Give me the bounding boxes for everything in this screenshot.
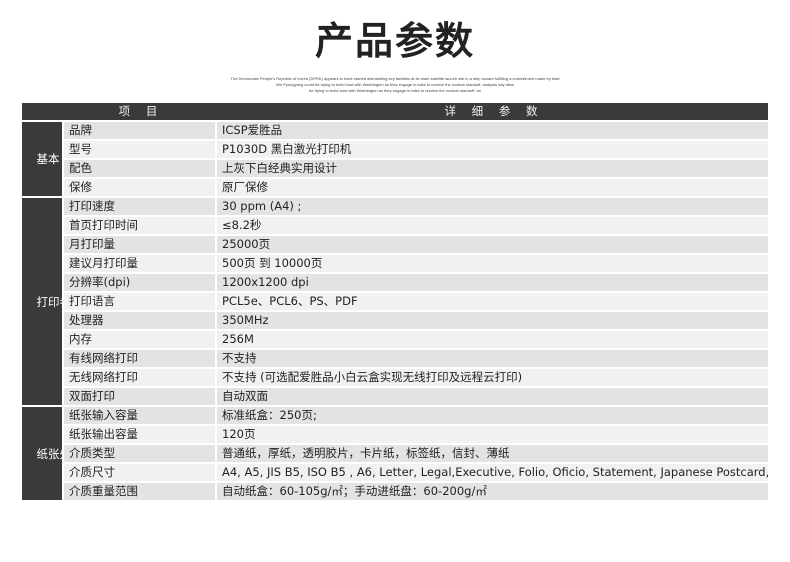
header-item: 项 目 — [62, 103, 215, 122]
table-row: 建议月打印量 500页 到 10000页 — [22, 255, 768, 274]
spec-item-label: 打印速度 — [62, 198, 215, 217]
spec-item-value: 标准纸盒：250页; — [215, 407, 768, 426]
spec-item-label: 纸张输入容量 — [62, 407, 215, 426]
table-row: 纸张处理 纸张输入容量标准纸盒：250页; — [22, 407, 768, 502]
spec-item-label: 月打印量 — [62, 236, 215, 255]
table-row: 打印参数 打印速度30 ppm (A4) ; — [22, 198, 768, 407]
section-category-label: 打印参数 — [36, 294, 63, 309]
header-detail: 详 细 参 数 — [215, 103, 768, 122]
spec-item-value: 上灰下白经典实用设计 — [215, 160, 768, 179]
spec-item-value: 500页 到 10000页 — [215, 255, 768, 274]
spec-item-label: 建议月打印量 — [62, 255, 215, 274]
table-row: 型号 P1030D 黑白激光打印机 — [22, 141, 768, 160]
spec-item-value: P1030D 黑白激光打印机 — [215, 141, 768, 160]
page-title: 产品参数 — [314, 19, 475, 63]
spec-item-value: 普通纸，厚纸，透明胶片，卡片纸，标签纸，信封、薄纸 — [215, 445, 768, 464]
table-row: 内存 256M — [22, 331, 768, 350]
spec-item-label: 型号 — [62, 141, 215, 160]
spec-item-label: 保修 — [62, 179, 215, 198]
spec-item-value: 350MHz — [215, 312, 768, 331]
spec-table: 项 目 详 细 参 数 基本 品牌 ICSP爱胜品 型号 P1030D 黑白激光打印机配… — [22, 103, 768, 502]
spec-item-value: ≤8.2秒 — [215, 217, 768, 236]
section-category: 基本 — [22, 122, 62, 198]
table-row: 纸张输出容量 120页 — [22, 426, 768, 445]
table-row: 配色 上灰下白经典实用设计 — [22, 160, 768, 179]
table-row: 双面打印 自动双面 — [22, 388, 768, 407]
spec-item-value: 自动纸盒：60-105g/㎡；手动进纸盘：60-200g/㎡ — [215, 483, 768, 502]
spec-item-label: 纸张输出容量 — [62, 426, 215, 445]
spec-item-value: 25000页 — [215, 236, 768, 255]
table-row: 无线网络打印 不支持 (可选配爱胜品小白云盒实现无线打印及远程云打印) — [22, 369, 768, 388]
spec-item-label: 介质尺寸 — [62, 464, 215, 483]
section-category: 打印参数 — [22, 198, 62, 407]
spec-item-value: 30 ppm (A4) ; — [215, 198, 768, 217]
section-category: 纸张处理 — [22, 407, 62, 502]
table-row: 处理器 350MHz — [22, 312, 768, 331]
fine-print-line-2: hile Pyongyang could be trying to build … — [275, 82, 515, 87]
spec-item-value: PCL5e、PCL6、PS、PDF — [215, 293, 768, 312]
section-category-label: 基本 — [36, 152, 60, 166]
table-row: 基本 品牌 ICSP爱胜品 — [22, 122, 768, 198]
spec-item-label: 有线网络打印 — [62, 350, 215, 369]
spec-item-label: 双面打印 — [62, 388, 215, 407]
spec-item-value: 自动双面 — [215, 388, 768, 407]
spec-item-value: 原厂保修 — [215, 179, 768, 198]
spec-item-value: A4, A5, JIS B5, ISO B5 , A6, Letter, Leg… — [215, 464, 768, 483]
spec-item-label: 处理器 — [62, 312, 215, 331]
spec-item-label: 无线网络打印 — [62, 369, 215, 388]
table-row: 介质类型 普通纸，厚纸，透明胶片，卡片纸，标签纸，信封、薄纸 — [22, 445, 768, 464]
spec-item-value: 不支持 — [215, 350, 768, 369]
spec-item-label: 配色 — [62, 160, 215, 179]
spec-item-label: 内存 — [62, 331, 215, 350]
spec-item-value: 256M — [215, 331, 768, 350]
spec-item-value: ICSP爱胜品 — [215, 122, 768, 141]
header-blank-cell — [22, 103, 62, 122]
spec-table-body: 基本 品牌 ICSP爱胜品 型号 P1030D 黑白激光打印机 配色 上灰下白经典实用设计保… — [22, 122, 768, 502]
spec-item-value: 不支持 (可选配爱胜品小白云盒实现无线打印及远程云打印) — [215, 369, 768, 388]
spec-item-label: 介质重量范围 — [62, 483, 215, 502]
spec-item-label: 介质类型 — [62, 445, 215, 464]
spec-item-label: 打印语言 — [62, 293, 215, 312]
fine-print-line-3: be trying to build trust with Washington… — [309, 88, 481, 93]
spec-item-label: 分辨率(dpi) — [62, 274, 215, 293]
spec-item-value: 1200x1200 dpi — [215, 274, 768, 293]
spec-item-label: 首页打印时间 — [62, 217, 215, 236]
table-row: 打印语言 PCL5e、PCL6、PS、PDF — [22, 293, 768, 312]
table-row: 保修 原厂保修 — [22, 179, 768, 198]
spec-item-value: 120页 — [215, 426, 768, 445]
fine-print-line-1: The Democratic People's Republic of Kore… — [230, 76, 560, 81]
table-row: 分辨率(dpi) 1200x1200 dpi — [22, 274, 768, 293]
spec-item-label: 品牌 — [62, 122, 215, 141]
table-row: 月打印量 25000页 — [22, 236, 768, 255]
table-row: 介质尺寸 A4, A5, JIS B5, ISO B5 , A6, Letter,… — [22, 464, 768, 483]
section-category-label: 纸张处理 — [36, 446, 63, 461]
table-row: 首页打印时间 ≤8.2秒 — [22, 217, 768, 236]
spec-table-header: 项 目 详 细 参 数 — [22, 103, 768, 122]
table-row: 介质重量范围 自动纸盒：60-105g/㎡；手动进纸盘：60-200g/㎡ — [22, 483, 768, 502]
table-row: 有线网络打印 不支持 — [22, 350, 768, 369]
